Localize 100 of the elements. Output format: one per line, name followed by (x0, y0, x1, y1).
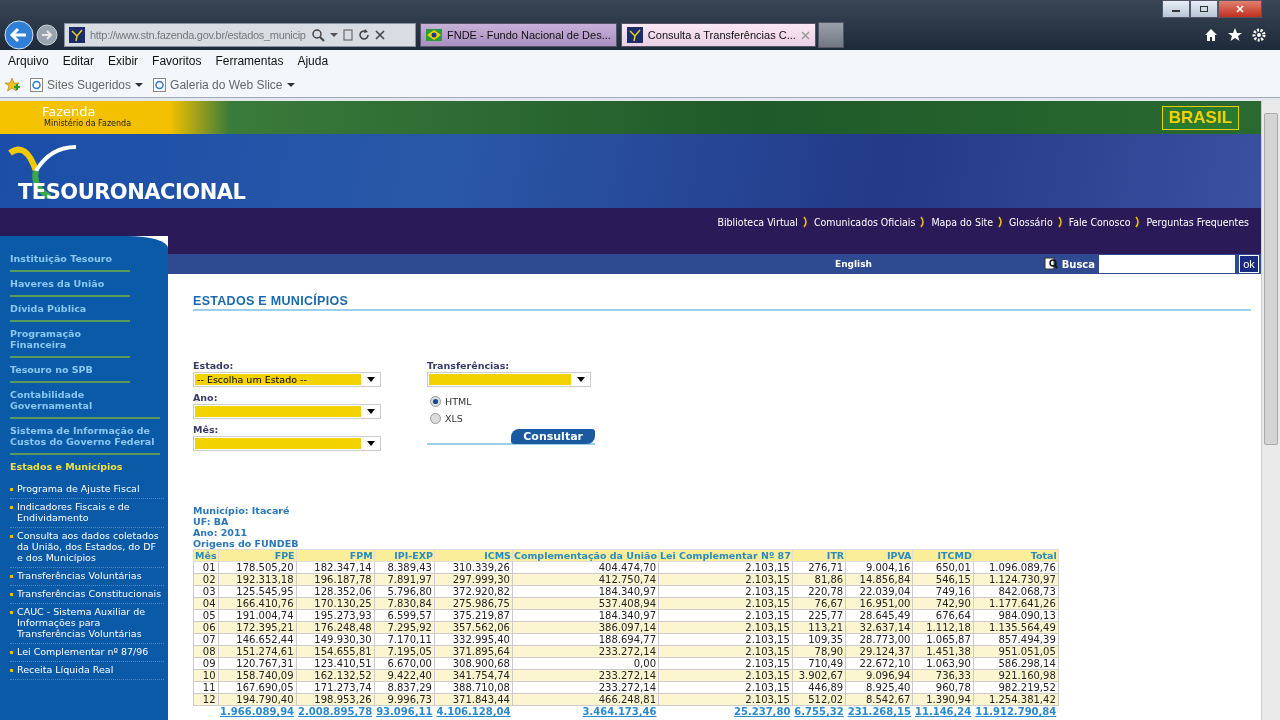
table-cell: 28.645,49 (845, 609, 913, 622)
menu-item[interactable]: Editar (56, 54, 101, 68)
sidebar-item[interactable]: Sistema de Informação de Custos do Governo Federal (10, 422, 160, 455)
radio-label: XLS (445, 413, 463, 424)
sidebar-item[interactable]: Instituição Tesouro (10, 250, 130, 272)
sidebar-subitem[interactable]: Lei Complementar nº 87/96 (17, 646, 149, 657)
table-cell: 1.063,90 (912, 657, 974, 670)
table-cell: 178.505,20 (218, 561, 297, 574)
table-cell: 308.900,68 (434, 657, 513, 670)
column-header: IPI-EXP (374, 549, 435, 562)
table-cell: 984.090,13 (973, 609, 1059, 622)
table-cell: 982.219,52 (973, 681, 1059, 694)
sidebar-item[interactable]: Tesouro no SPB (10, 361, 130, 383)
table-cell: 310.339,26 (434, 561, 513, 574)
table-cell: 22.039,04 (845, 585, 913, 598)
sidebar-item[interactable]: Contabilidade Governamental (10, 386, 160, 419)
total-cell: 11.912.790,84 (973, 705, 1059, 717)
table-cell: 650,01 (912, 561, 974, 574)
sidebar-subitem[interactable]: Programa de Ajuste Fiscal (17, 483, 140, 494)
table-cell: 749,16 (912, 585, 974, 598)
radio-label: HTML (445, 396, 472, 407)
submit-button[interactable]: Consultar (511, 429, 595, 444)
sidebar-subitem[interactable]: Indicadores Fiscais e de Endividamento (17, 501, 164, 523)
total-cell: 231.268,15 (845, 705, 913, 717)
table-cell: 220,78 (792, 585, 846, 598)
table-cell: 2.103,15 (658, 585, 793, 598)
ministry-name: Fazenda (42, 105, 97, 118)
table-cell: 182.347,14 (296, 561, 375, 574)
sidebar-item[interactable]: Estados e Municípios (10, 458, 160, 478)
table-cell: 842.068,73 (973, 585, 1059, 598)
table-cell: 676,64 (912, 609, 974, 622)
info-text: UF: BA (193, 516, 230, 527)
table-cell: 2.103,15 (658, 633, 793, 646)
table-cell: 586.298,14 (973, 657, 1059, 670)
table-cell: 2.103,15 (658, 681, 793, 694)
column-header: FPM (296, 549, 375, 562)
menu-item[interactable]: Exibir (102, 54, 145, 68)
table-cell: 03 (193, 585, 219, 598)
table-cell: 146.652,44 (218, 633, 297, 646)
table-cell: 7.170,11 (374, 633, 435, 646)
sidebar-subitem[interactable]: Consulta aos dados coletados da União, dos Estados, do DF e dos Municípios (17, 530, 164, 563)
sidebar-item[interactable]: Haveres da União (10, 275, 130, 297)
column-header: Total (973, 549, 1059, 562)
table-cell: 6.670,00 (374, 657, 435, 670)
field-label: Estado: (193, 360, 235, 372)
table-cell: 184.340,97 (512, 609, 659, 622)
ministry-subtitle: Ministério da Fazenda (44, 117, 132, 130)
browser-tab[interactable]: Consulta a Transferências C... (620, 23, 816, 47)
header-link[interactable]: Fale Conosco (1068, 216, 1131, 228)
sidebar-subitem[interactable]: Transferências Constitucionais (17, 588, 162, 599)
header-link[interactable]: Perguntas Frequentes (1146, 216, 1249, 228)
table-cell: 1.065,87 (912, 633, 974, 646)
header-link[interactable]: Glossário (1009, 216, 1053, 228)
header-link[interactable]: Mapa do Site (931, 216, 994, 228)
table-cell: 5.796,80 (374, 585, 435, 598)
sidebar-item[interactable]: Dívida Pública (10, 300, 130, 322)
search-button[interactable]: ok (1239, 255, 1259, 273)
table-cell: 372.920,82 (434, 585, 513, 598)
table-cell: 2.103,15 (658, 657, 793, 670)
sidebar-item[interactable]: Programação Financeira (10, 325, 130, 358)
total-cell: 2.008.895,78 (296, 705, 375, 717)
field-label: Mês: (193, 424, 220, 436)
column-header: ITCMD (912, 549, 974, 562)
menu-item[interactable]: Ferramentas (209, 54, 290, 68)
language-link[interactable]: English (835, 259, 872, 269)
header-link[interactable]: Biblioteca Virtual (717, 216, 798, 228)
column-header: ITR (792, 549, 846, 562)
table-cell: 710,49 (792, 657, 846, 670)
sidebar-subitem[interactable]: CAUC - Sistema Auxiliar de Informações para Transferências Voluntárias (17, 606, 164, 639)
logo-text: TESOURONACIONAL (18, 180, 246, 204)
total-cell: 93.096,11 (374, 705, 435, 717)
field-label: Ano: (193, 392, 219, 404)
sidebar-subitem[interactable]: Receita Líquida Real (17, 664, 114, 675)
table-cell: 8.837,29 (374, 681, 435, 694)
table-cell: 8.925,40 (845, 681, 913, 694)
total-cell: 1.966.089,94 (218, 705, 297, 717)
header-link[interactable]: Comunicados Oficiais (814, 216, 916, 228)
table-cell: 128.352,06 (296, 585, 375, 598)
favorites-link[interactable]: Sites Sugeridos (30, 77, 144, 92)
column-header: Mês (193, 549, 219, 562)
table-cell: 125.545,95 (218, 585, 297, 598)
menu-item[interactable]: Ajuda (291, 54, 335, 68)
table-cell: 149.930,30 (296, 633, 375, 646)
table-cell: 120.767,31 (218, 657, 297, 670)
sidebar-subitem[interactable]: Transferências Voluntárias (17, 570, 142, 581)
table-cell: 404.474,70 (512, 561, 659, 574)
table-cell: 388.710,08 (434, 681, 513, 694)
dropdown-field[interactable]: -- Escolha um Estado -- (193, 372, 381, 387)
info-text: Ano: 2011 (193, 527, 249, 538)
table-cell: 233.272,14 (512, 681, 659, 694)
column-header: IPVA (845, 549, 913, 562)
table-cell: 960,78 (912, 681, 974, 694)
table-cell: 184.340,97 (512, 585, 659, 598)
menu-item[interactable]: Favoritos (146, 54, 208, 68)
favorites-link[interactable]: Galeria do Web Slice (153, 77, 295, 92)
menu-item[interactable]: Arquivo (2, 54, 55, 68)
table-cell: 07 (193, 633, 219, 646)
table-cell: 446,89 (792, 681, 846, 694)
browser-tab[interactable]: FNDE - Fundo Nacional de Des... (420, 23, 617, 47)
total-cell: 6.755,32 (792, 705, 846, 717)
